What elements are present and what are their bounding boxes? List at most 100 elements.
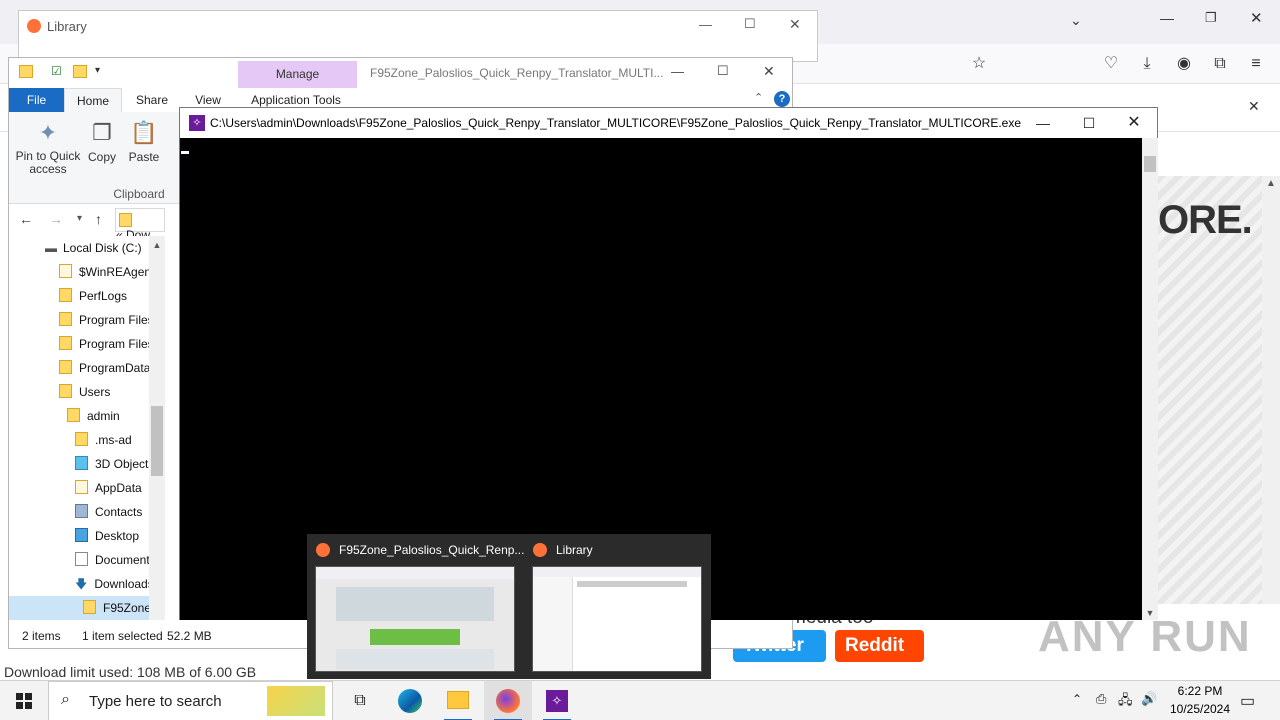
network-icon[interactable]: 🖧	[1118, 691, 1133, 713]
explorer-title: F95Zone_Paloslios_Quick_Renpy_Translator…	[370, 66, 664, 80]
copy-button[interactable]: ❐ Copy	[85, 120, 119, 164]
explorer-maximize-icon[interactable]: ☐	[717, 63, 729, 79]
edge-icon	[398, 689, 422, 713]
tree-item[interactable]: Documents	[75, 548, 156, 572]
properties-icon[interactable]: ☑	[51, 64, 62, 78]
tree-item[interactable]: Desktop	[75, 524, 139, 548]
console-scrollbar[interactable]: ▼	[1142, 138, 1158, 620]
page-banner-text: ORE.	[1158, 198, 1253, 242]
search-highlight-image	[267, 686, 325, 716]
clock-time[interactable]: 6:22 PM	[1170, 684, 1230, 698]
scrollbar-thumb[interactable]	[1144, 156, 1156, 172]
library-title: Library	[47, 19, 87, 34]
taskbar-file-explorer[interactable]	[434, 681, 482, 720]
help-icon[interactable]: ?	[774, 91, 790, 107]
list-tabs-icon[interactable]: ⌄	[1070, 12, 1082, 29]
page-scrollbar[interactable]: ▲	[1262, 176, 1280, 604]
tree-item[interactable]: Contacts	[75, 500, 142, 524]
device-icon[interactable]: ⎙	[1096, 691, 1106, 707]
taskbar-translator-app[interactable]: ✧	[533, 681, 581, 720]
quick-access-dropdown-icon[interactable]: ▾	[95, 65, 100, 76]
address-folder-icon	[119, 213, 132, 227]
explorer-close-icon[interactable]: ✕	[763, 63, 775, 80]
library-window[interactable]: Library — ☐ ✕	[18, 10, 818, 62]
manage-tab[interactable]: Manage	[238, 61, 357, 88]
scroll-up-icon[interactable]: ▲	[1262, 178, 1280, 189]
app-icon: ✧	[189, 115, 205, 131]
console-close-icon[interactable]: ✕	[1111, 108, 1157, 138]
new-folder-icon[interactable]	[73, 65, 87, 78]
tree-item[interactable]: 🡇 Downloads	[75, 572, 154, 596]
up-icon[interactable]: ↑	[95, 211, 102, 227]
reddit-share-button[interactable]: Reddit	[835, 630, 924, 662]
console-minimize-icon[interactable]: —	[1020, 108, 1066, 138]
tree-item[interactable]: Users	[59, 380, 110, 404]
pin-icon: ✦	[38, 120, 58, 145]
scroll-up-icon[interactable]: ▲	[149, 240, 165, 250]
navigation-pane: ▬ Local Disk (C:) $WinREAgent PerfLogs Pr…	[9, 236, 159, 620]
clipboard-group-label: Clipboard	[113, 187, 165, 201]
drive-icon: ▬	[45, 241, 57, 255]
translator-app-icon: ✧	[546, 690, 568, 712]
bookmark-star-icon[interactable]: ☆	[966, 51, 992, 77]
download-limit-text: Download limit used: 108 MB of 6.00 GB	[4, 664, 257, 680]
folder-icon	[19, 65, 33, 78]
tree-item[interactable]: admin	[67, 404, 120, 428]
firefox-icon	[27, 19, 41, 33]
tree-item[interactable]: ProgramData	[59, 356, 150, 380]
file-explorer-icon	[447, 691, 469, 709]
console-cursor	[181, 151, 189, 154]
taskbar-firefox[interactable]	[484, 681, 532, 720]
library-minimize-icon[interactable]: —	[699, 17, 712, 32]
collapse-ribbon-icon[interactable]: ⌃	[754, 91, 763, 104]
paste-icon: 📋	[130, 120, 158, 145]
tab-file[interactable]: File	[9, 88, 64, 112]
address-input[interactable]: « Dow...	[115, 208, 165, 242]
clock-date[interactable]: 10/25/2024	[1162, 702, 1238, 716]
notification-close-icon[interactable]: ✕	[1248, 98, 1260, 115]
explorer-minimize-icon[interactable]: —	[671, 64, 684, 79]
tab-home[interactable]: Home	[64, 88, 122, 112]
copy-icon: ❐	[92, 120, 112, 145]
tree-item[interactable]: .ms-ad	[75, 428, 132, 452]
back-icon[interactable]: ←	[19, 211, 33, 227]
pocket-icon[interactable]: ♡	[1098, 51, 1124, 77]
notifications-icon[interactable]: ▭	[1240, 691, 1255, 711]
downloads-icon[interactable]: ⤓	[1134, 51, 1160, 77]
thumbnail-preview-library[interactable]	[532, 566, 702, 672]
tree-item[interactable]: Program Files	[59, 332, 154, 356]
close-icon[interactable]: ✕	[1250, 9, 1263, 27]
scrollbar-thumb[interactable]	[151, 406, 163, 476]
tree-item[interactable]: $WinREAgent	[59, 260, 154, 284]
navigation-pane-scrollbar[interactable]: ▲	[149, 236, 165, 620]
recent-locations-icon[interactable]: ▾	[77, 213, 82, 224]
tree-item[interactable]: 3D Objects	[75, 452, 154, 476]
start-button[interactable]	[0, 681, 48, 720]
tree-item-selected[interactable]: F95Zone	[9, 596, 159, 620]
taskbar-edge[interactable]	[386, 681, 434, 720]
console-maximize-icon[interactable]: ☐	[1066, 108, 1112, 138]
thumbnail-title: Library	[556, 543, 593, 557]
taskbar: ⌕ Type here to search ⧉ ✧ ⌃ ⎙ 🖧 🔊 6:22 P…	[0, 680, 1280, 720]
volume-icon[interactable]: 🔊	[1141, 691, 1157, 707]
pin-button[interactable]: ✦ Pin to Quick access	[13, 120, 83, 176]
tree-item[interactable]: AppData	[75, 476, 142, 500]
extensions-icon[interactable]: ⧉	[1207, 51, 1233, 77]
thumbnail-preview-firefox[interactable]	[315, 566, 515, 672]
tree-item[interactable]: PerfLogs	[59, 284, 127, 308]
tree-item-local-disk[interactable]: ▬ Local Disk (C:)	[45, 236, 142, 260]
library-maximize-icon[interactable]: ☐	[744, 16, 756, 32]
library-close-icon[interactable]: ✕	[789, 16, 801, 33]
search-box[interactable]: ⌕ Type here to search	[48, 681, 333, 720]
minimize-icon[interactable]: —	[1160, 10, 1174, 26]
tree-item[interactable]: Program Files	[59, 308, 154, 332]
copy-label: Copy	[87, 150, 116, 164]
task-view-button[interactable]: ⧉	[336, 681, 384, 720]
account-icon[interactable]: ◉	[1171, 51, 1197, 77]
show-hidden-icons-icon[interactable]: ⌃	[1072, 692, 1082, 706]
paste-button[interactable]: 📋 Paste	[127, 120, 161, 164]
restore-icon[interactable]: ❐	[1205, 10, 1217, 26]
tab-share[interactable]: Share	[129, 88, 175, 112]
menu-icon[interactable]: ≡	[1243, 51, 1269, 77]
forward-icon[interactable]: →	[49, 211, 63, 227]
